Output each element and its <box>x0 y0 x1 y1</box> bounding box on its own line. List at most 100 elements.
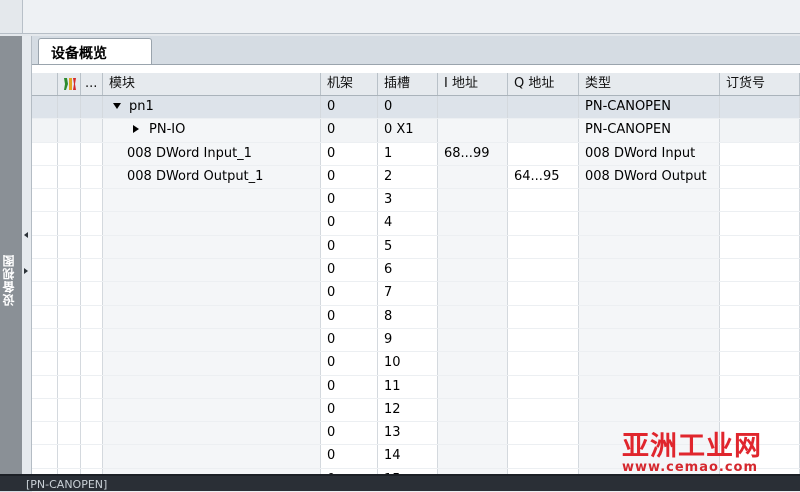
row-rack[interactable]: 0 <box>321 282 378 305</box>
row-i-address[interactable] <box>438 119 508 142</box>
row-type[interactable] <box>579 375 720 398</box>
row-module[interactable]: PN-IO <box>103 119 321 142</box>
row-slot[interactable]: 5 <box>378 235 438 259</box>
row-type[interactable]: 008 DWord Output <box>579 165 720 189</box>
row-q-address[interactable] <box>508 375 579 398</box>
row-module[interactable] <box>103 189 321 212</box>
row-q-address[interactable] <box>508 352 579 375</box>
row-q-address[interactable] <box>508 119 579 142</box>
row-i-address[interactable] <box>438 259 508 282</box>
row-q-address[interactable] <box>508 259 579 282</box>
row-module[interactable]: pn1 <box>103 96 321 119</box>
row-module[interactable] <box>103 259 321 282</box>
row-i-address[interactable] <box>438 235 508 259</box>
row-type[interactable] <box>579 189 720 212</box>
row-slot[interactable]: 14 <box>378 445 438 468</box>
row-slot[interactable]: 4 <box>378 212 438 235</box>
row-slot[interactable]: 7 <box>378 282 438 305</box>
row-rack[interactable]: 0 <box>321 422 378 445</box>
row-slot[interactable]: 11 <box>378 375 438 398</box>
table-row[interactable]: 0 10 <box>32 352 800 376</box>
row-i-address[interactable] <box>438 328 508 352</box>
table-row[interactable]: 008 DWord Input_1 0 1 68...99 008 DWord Inpu… <box>32 142 800 166</box>
row-q-address[interactable] <box>508 445 579 468</box>
row-q-address[interactable] <box>508 212 579 235</box>
row-i-address[interactable]: 68...99 <box>438 142 508 165</box>
table-row[interactable]: 06 <box>32 259 800 283</box>
header-rack[interactable]: 机架 <box>321 73 378 95</box>
row-i-address[interactable] <box>438 445 508 468</box>
row-module[interactable]: 008 DWord Input_1 <box>103 142 321 165</box>
row-i-address[interactable] <box>438 305 508 328</box>
row-q-address[interactable] <box>508 189 579 212</box>
expand-right-icon[interactable] <box>24 268 28 274</box>
row-q-address[interactable] <box>508 96 579 119</box>
row-slot[interactable]: 3 <box>378 189 438 212</box>
header-order-number[interactable]: 订货号 <box>720 73 800 95</box>
table-row[interactable]: 07 <box>32 282 800 306</box>
row-rack[interactable]: 0 <box>321 259 378 282</box>
row-rack[interactable]: 0 <box>321 212 378 235</box>
row-rack[interactable]: 0 <box>321 142 378 165</box>
row-rack[interactable]: 0 <box>321 119 378 142</box>
row-slot[interactable]: 12 <box>378 398 438 422</box>
table-row[interactable]: 03 <box>32 189 800 213</box>
row-i-address[interactable] <box>438 398 508 422</box>
row-i-address[interactable] <box>438 189 508 212</box>
row-module[interactable] <box>103 328 321 352</box>
table-row[interactable]: pn1 0 0 PN-CANOPEN <box>32 96 800 120</box>
header-slot[interactable]: 插槽 <box>378 73 438 95</box>
row-q-address[interactable] <box>508 422 579 445</box>
row-i-address[interactable] <box>438 165 508 189</box>
row-i-address[interactable] <box>438 352 508 375</box>
header-type[interactable]: 类型 <box>579 73 720 95</box>
row-q-address[interactable] <box>508 398 579 422</box>
row-q-address[interactable] <box>508 282 579 305</box>
row-rack[interactable]: 0 <box>321 328 378 352</box>
row-type[interactable]: 008 DWord Input <box>579 142 720 165</box>
splitter[interactable] <box>22 36 32 476</box>
device-view-side-tab[interactable]: 设备视图 <box>0 36 22 476</box>
row-rack[interactable]: 0 <box>321 375 378 398</box>
row-slot[interactable]: 6 <box>378 259 438 282</box>
table-row[interactable]: 0 12 <box>32 398 800 423</box>
row-i-address[interactable] <box>438 96 508 119</box>
row-slot[interactable]: 0 <box>378 96 438 119</box>
row-rack[interactable]: 0 <box>321 305 378 328</box>
row-rack[interactable]: 0 <box>321 96 378 119</box>
header-module[interactable]: 模块 <box>103 73 321 95</box>
row-type[interactable] <box>579 282 720 305</box>
expand-right-icon[interactable] <box>133 125 139 134</box>
header-filter[interactable] <box>58 73 81 95</box>
row-module[interactable] <box>103 235 321 259</box>
row-type[interactable] <box>579 305 720 328</box>
row-module[interactable] <box>103 305 321 328</box>
table-row[interactable]: 05 <box>32 235 800 260</box>
row-slot[interactable]: 0 X1 <box>378 119 438 142</box>
row-module[interactable] <box>103 422 321 445</box>
row-rack[interactable]: 0 <box>321 165 378 189</box>
collapse-left-icon[interactable] <box>24 232 28 238</box>
row-slot[interactable]: 1 <box>378 142 438 165</box>
row-slot[interactable]: 2 <box>378 165 438 189</box>
row-slot[interactable]: 9 <box>378 328 438 352</box>
table-row[interactable]: 0 11 <box>32 375 800 399</box>
row-q-address[interactable] <box>508 328 579 352</box>
row-slot[interactable]: 8 <box>378 305 438 328</box>
tab-device-overview[interactable]: 设备概览 <box>38 38 152 65</box>
row-q-address[interactable] <box>508 305 579 328</box>
row-rack[interactable]: 0 <box>321 398 378 422</box>
row-slot[interactable]: 10 <box>378 352 438 375</box>
row-rack[interactable]: 0 <box>321 189 378 212</box>
row-type[interactable] <box>579 398 720 422</box>
table-row[interactable]: PN-IO 0 0 X1 PN-CANOPEN <box>32 119 800 143</box>
row-module[interactable] <box>103 282 321 305</box>
row-q-address[interactable]: 64...95 <box>508 165 579 189</box>
table-row[interactable]: 08 <box>32 305 800 329</box>
row-q-address[interactable] <box>508 142 579 165</box>
row-type[interactable] <box>579 259 720 282</box>
expand-down-icon[interactable] <box>113 103 121 109</box>
row-module[interactable]: 008 DWord Output_1 <box>103 165 321 189</box>
row-module[interactable] <box>103 375 321 398</box>
row-rack[interactable]: 0 <box>321 235 378 259</box>
